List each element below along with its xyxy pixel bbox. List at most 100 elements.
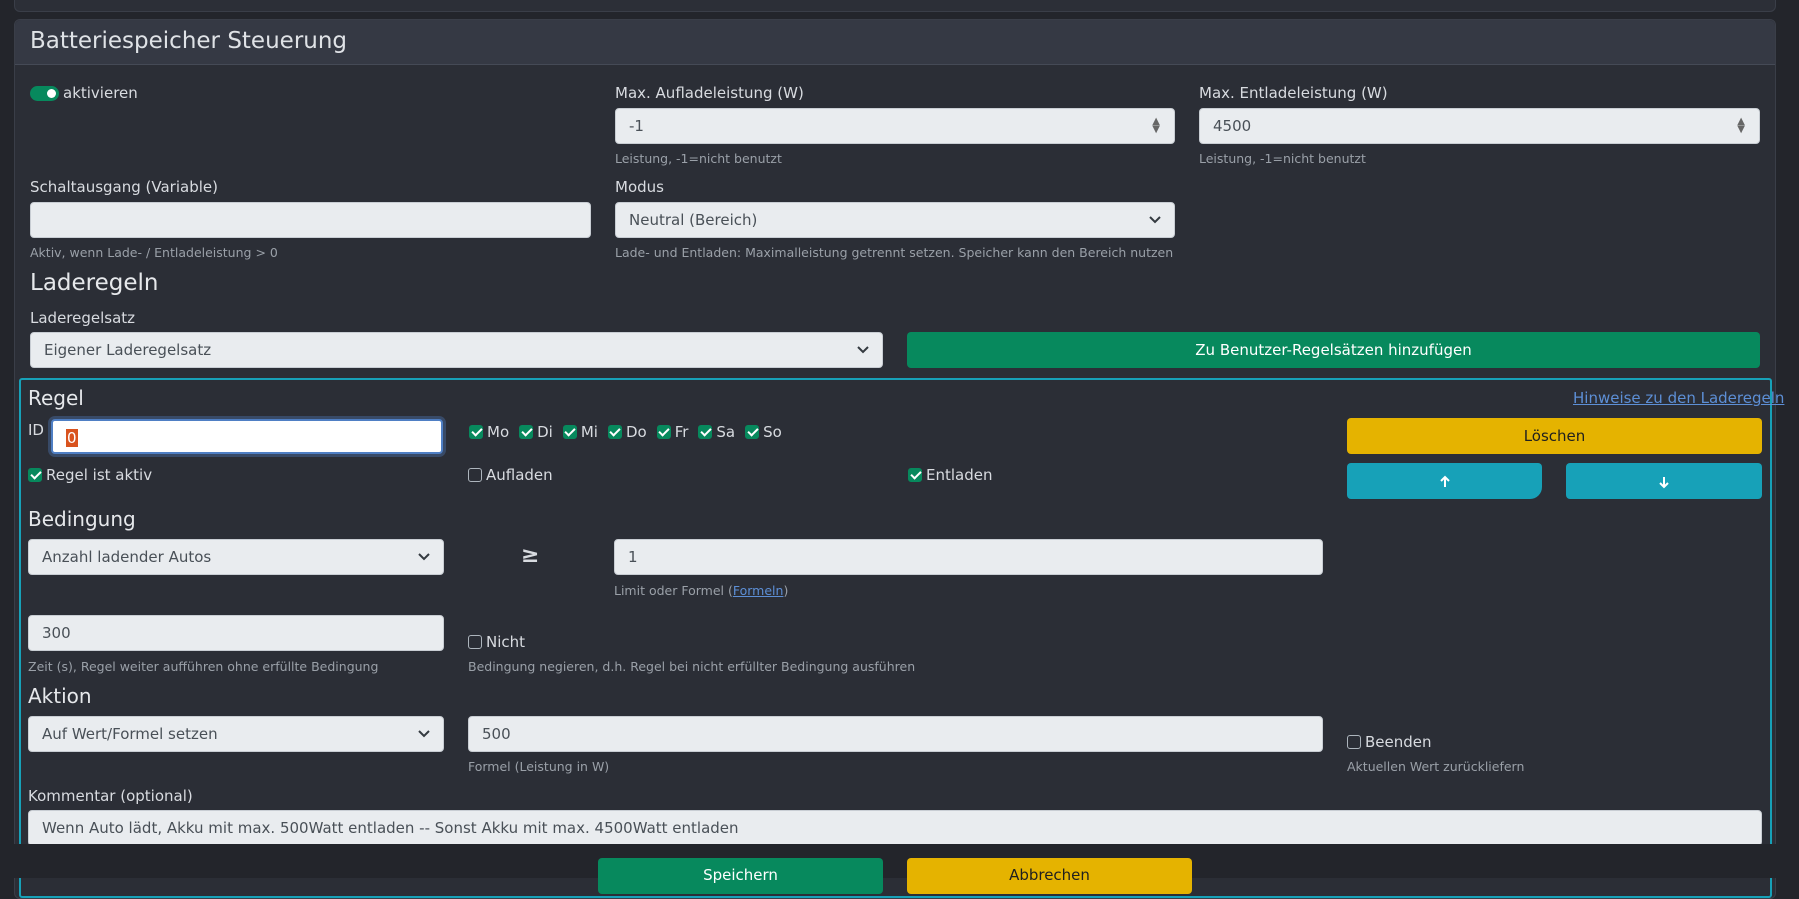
- checkbox-box[interactable]: [607, 424, 622, 439]
- checkbox-box[interactable]: [1347, 734, 1361, 749]
- move-up-button[interactable]: [1347, 463, 1542, 499]
- weekday-label: Di: [537, 422, 553, 441]
- rule-id-label: ID: [28, 421, 44, 439]
- cancel-button[interactable]: Abbrechen: [907, 858, 1192, 894]
- chevron-down-icon: [1149, 216, 1161, 224]
- mode-help: Lade- und Entladen: Maximalleistung getr…: [615, 245, 1174, 260]
- card-header: Batteriespeicher Steuerung: [15, 20, 1775, 65]
- charge-checkbox[interactable]: Aufladen: [468, 465, 553, 484]
- chevron-down-icon: [418, 730, 430, 738]
- condition-time-help: Zeit (s), Regel weiter aufführen ohne er…: [28, 659, 379, 674]
- weekday-checkboxes: Mo Di Mi Do Fr Sa So: [469, 421, 792, 441]
- checkbox-box[interactable]: [698, 424, 713, 439]
- weekday-checkbox-mo[interactable]: Mo: [469, 422, 510, 441]
- max-charge-help: Leistung, -1=nicht benutzt: [615, 151, 782, 166]
- condition-limit-input[interactable]: 1: [614, 539, 1323, 575]
- previous-card: [14, 0, 1776, 12]
- weekday-checkbox-sa[interactable]: Sa: [698, 422, 736, 441]
- toggle-knob: [47, 89, 56, 98]
- rule-id-input[interactable]: 0: [51, 419, 443, 454]
- activate-toggle[interactable]: [30, 86, 59, 101]
- weekday-checkbox-di[interactable]: Di: [519, 422, 553, 441]
- ruleset-select[interactable]: Eigener Laderegelsatz: [30, 332, 883, 368]
- rule-active-checkbox[interactable]: Regel ist aktiv: [28, 465, 152, 484]
- card-title: Batteriespeicher Steuerung: [30, 28, 348, 54]
- charge-rules-heading: Laderegeln: [30, 270, 159, 296]
- weekday-checkbox-do[interactable]: Do: [607, 422, 647, 441]
- checkbox-box[interactable]: [908, 467, 922, 482]
- weekday-checkbox-fr[interactable]: Fr: [656, 422, 689, 441]
- max-charge-value: -1: [629, 117, 644, 135]
- checkbox-box[interactable]: [468, 634, 482, 649]
- max-charge-input[interactable]: -1 ▲ ▼: [615, 108, 1175, 144]
- switch-output-help: Aktiv, wenn Lade- / Entladeleistung > 0: [30, 245, 278, 260]
- checkbox-box[interactable]: [519, 424, 534, 439]
- help-prefix: Limit oder Formel (: [614, 583, 733, 598]
- ruleset-value: Eigener Laderegelsatz: [44, 341, 212, 359]
- action-heading: Aktion: [28, 684, 92, 708]
- formulas-link[interactable]: Formeln: [733, 583, 784, 598]
- spinner-icon[interactable]: ▲ ▼: [1152, 117, 1160, 135]
- help-suffix: ): [783, 583, 789, 598]
- footer-bar: [0, 844, 1799, 878]
- checkbox-box[interactable]: [562, 424, 577, 439]
- checkbox-box[interactable]: [28, 467, 42, 482]
- weekday-label: Sa: [716, 422, 736, 441]
- weekday-label: So: [763, 422, 782, 441]
- mode-value: Neutral (Bereich): [629, 211, 758, 229]
- arrow-up-icon: [1439, 475, 1450, 487]
- condition-variable-select[interactable]: Anzahl ladender Autos: [28, 539, 444, 575]
- condition-variable-value: Anzahl ladender Autos: [42, 548, 212, 566]
- save-button[interactable]: Speichern: [598, 858, 883, 894]
- rule-id-value: 0: [66, 429, 78, 447]
- action-formula-help: Formel (Leistung in W): [468, 759, 610, 774]
- comment-label: Kommentar (optional): [28, 787, 193, 805]
- checkbox-box[interactable]: [745, 424, 760, 439]
- max-discharge-value: 4500: [1213, 117, 1252, 135]
- action-formula-input[interactable]: 500: [468, 716, 1323, 752]
- negate-help: Bedingung negieren, d.h. Regel bei nicht…: [468, 659, 916, 674]
- max-discharge-input[interactable]: 4500 ▲ ▼: [1199, 108, 1760, 144]
- end-help: Aktuellen Wert zurückliefern: [1347, 759, 1525, 774]
- arrow-down-icon: [1659, 476, 1669, 488]
- weekday-checkbox-so[interactable]: So: [745, 422, 782, 441]
- condition-heading: Bedingung: [28, 507, 136, 531]
- checkbox-box[interactable]: [469, 424, 483, 439]
- end-checkbox[interactable]: Beenden: [1347, 732, 1432, 751]
- ruleset-label: Laderegelsatz: [30, 309, 136, 327]
- action-type-value: Auf Wert/Formel setzen: [42, 725, 218, 743]
- activate-label: aktivieren: [63, 84, 138, 102]
- rules-hint-link[interactable]: Hinweise zu den Laderegeln: [1573, 389, 1784, 407]
- weekday-label: Fr: [674, 422, 689, 441]
- condition-time-input[interactable]: 300: [28, 615, 444, 651]
- max-discharge-help: Leistung, -1=nicht benutzt: [1199, 151, 1366, 166]
- end-label: Beenden: [1365, 732, 1432, 751]
- weekday-label: Mi: [580, 422, 598, 441]
- comment-input[interactable]: Wenn Auto lädt, Akku mit max. 500Watt en…: [28, 810, 1762, 846]
- delete-rule-button[interactable]: Löschen: [1347, 418, 1762, 454]
- negate-checkbox[interactable]: Nicht: [468, 632, 525, 651]
- action-type-select[interactable]: Auf Wert/Formel setzen: [28, 716, 444, 752]
- weekday-checkbox-mi[interactable]: Mi: [562, 422, 598, 441]
- condition-limit-help: Limit oder Formel (Formeln): [614, 583, 788, 598]
- discharge-label: Entladen: [926, 465, 993, 484]
- spinner-icon[interactable]: ▲ ▼: [1737, 117, 1745, 135]
- max-discharge-label: Max. Entladeleistung (W): [1199, 84, 1388, 102]
- discharge-checkbox[interactable]: Entladen: [908, 465, 992, 484]
- weekday-label: Mo: [487, 422, 510, 441]
- weekday-label: Do: [625, 422, 647, 441]
- negate-label: Nicht: [486, 632, 526, 651]
- checkbox-box[interactable]: [656, 424, 671, 439]
- chevron-down-icon: [418, 553, 430, 561]
- switch-output-input[interactable]: [30, 202, 591, 238]
- switch-output-label: Schaltausgang (Variable): [30, 178, 218, 196]
- checkbox-box[interactable]: [468, 467, 482, 482]
- charge-label: Aufladen: [486, 465, 553, 484]
- mode-label: Modus: [615, 178, 664, 196]
- condition-operator[interactable]: ≥: [521, 543, 539, 568]
- add-to-user-rulesets-button[interactable]: Zu Benutzer-Regelsätzen hinzufügen: [907, 332, 1760, 368]
- move-down-button[interactable]: [1566, 463, 1762, 499]
- max-charge-label: Max. Aufladeleistung (W): [615, 84, 804, 102]
- rule-heading: Regel: [28, 386, 84, 410]
- mode-select[interactable]: Neutral (Bereich): [615, 202, 1175, 238]
